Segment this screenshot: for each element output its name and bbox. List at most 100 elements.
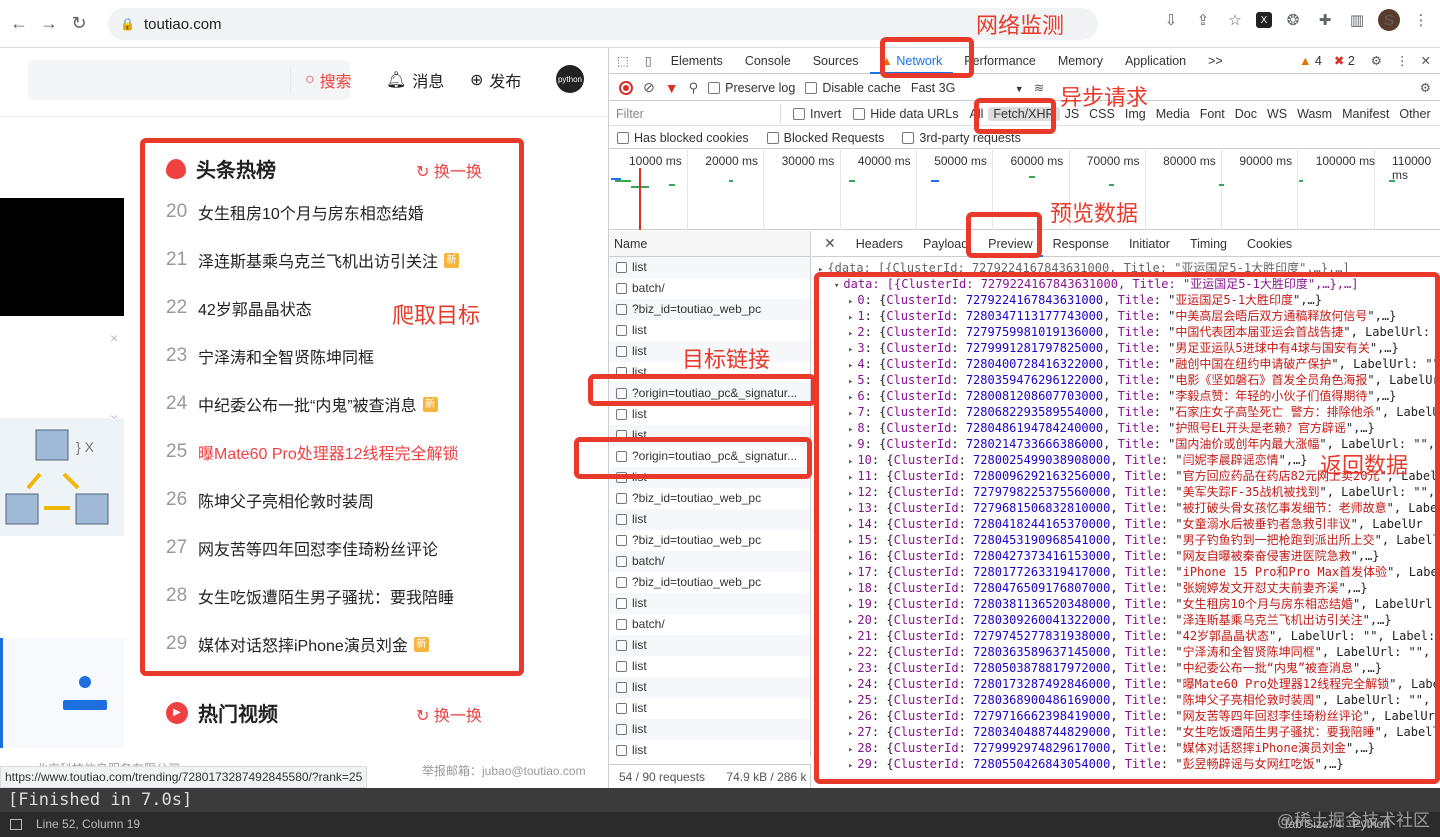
filter-input[interactable]: Filter	[613, 103, 781, 124]
user-avatar[interactable]: python	[556, 65, 584, 93]
request-row[interactable]: list	[609, 509, 810, 530]
request-checkbox	[616, 682, 627, 693]
request-row[interactable]: list	[609, 698, 810, 719]
detail-tab-response[interactable]: Response	[1043, 231, 1119, 257]
publish-link[interactable]: ⊕ 发布	[470, 68, 521, 92]
blocked-requests-checkbox[interactable]: Blocked Requests	[766, 131, 884, 145]
timeline-gridline	[1297, 150, 1299, 230]
detail-tab-timing[interactable]: Timing	[1180, 231, 1237, 257]
request-row[interactable]: list	[609, 677, 810, 698]
detail-tab-cookies[interactable]: Cookies	[1237, 231, 1302, 257]
sidepanel-icon[interactable]: ▥	[1346, 9, 1368, 31]
warning-badge[interactable]: ▲ 4	[1295, 54, 1326, 68]
devtools-tab-application[interactable]: Application	[1114, 48, 1197, 74]
diagram-thumbnail[interactable]: } X	[0, 418, 124, 536]
extension-ai-icon[interactable]: ❂	[1282, 9, 1304, 31]
devtools-menu-icon[interactable]: ⋮	[1390, 53, 1415, 68]
hide-data-urls-checkbox[interactable]: Hide data URLs	[853, 107, 959, 121]
type-filter[interactable]: Doc	[1230, 107, 1262, 121]
hot-video-title: ▶ 热门视频	[166, 698, 278, 727]
request-row[interactable]: list	[609, 740, 810, 757]
return-data-highlight	[814, 272, 1440, 784]
request-row[interactable]: batch/	[609, 278, 810, 299]
close-devtools-icon[interactable]: ✕	[1415, 53, 1440, 68]
request-row[interactable]: ?biz_id=toutiao_web_pc	[609, 572, 810, 593]
type-filter[interactable]: Wasm	[1292, 107, 1337, 121]
messages-link[interactable]: 🔔︎ 消息	[386, 68, 444, 92]
timeline-gridline	[1221, 150, 1223, 230]
extension-x-icon[interactable]: X	[1256, 12, 1272, 28]
request-row[interactable]: list	[609, 404, 810, 425]
throttle-select[interactable]: Fast 3G ▼	[911, 81, 1024, 95]
request-row[interactable]: batch/	[609, 614, 810, 635]
request-row[interactable]: list	[609, 656, 810, 677]
close-icon[interactable]: ×	[110, 330, 118, 346]
back-icon[interactable]: ←	[4, 9, 34, 39]
type-filter[interactable]: Media	[1151, 107, 1195, 121]
record-icon[interactable]	[619, 80, 633, 95]
target-link-highlight-2	[574, 437, 812, 479]
bookmark-star-icon[interactable]: ☆	[1224, 9, 1246, 31]
preserve-log-checkbox[interactable]: Preserve log	[708, 81, 795, 95]
search-button[interactable]: ○ 搜索	[290, 68, 370, 92]
menu-kebab-icon[interactable]: ⋮	[1410, 9, 1432, 31]
request-row[interactable]: list	[609, 635, 810, 656]
request-row[interactable]: list	[609, 320, 810, 341]
network-settings-icon[interactable]: ⚙	[1420, 80, 1431, 95]
refresh-video-button[interactable]: ↻ 换一换	[416, 702, 482, 726]
search-input[interactable]: ○ 搜索	[28, 60, 352, 100]
reload-icon[interactable]: ↻	[64, 9, 94, 39]
share-icon[interactable]: ⇪	[1192, 9, 1214, 31]
request-row[interactable]: ?biz_id=toutiao_web_pc	[609, 530, 810, 551]
request-row[interactable]: list	[609, 593, 810, 614]
forward-icon[interactable]: →	[34, 9, 64, 39]
transfer-size: 74.9 kB / 286 k	[726, 770, 807, 784]
footer-mail[interactable]: 举报邮箱：jubao@toutiao.com	[422, 762, 586, 779]
wifi-icon[interactable]: ≋	[1034, 80, 1044, 95]
extensions-puzzle-icon[interactable]: ✚	[1314, 9, 1336, 31]
error-badge[interactable]: ✖ 2	[1326, 53, 1363, 68]
settings-gear-icon[interactable]: ⚙	[1363, 53, 1390, 68]
timeline-mark	[729, 180, 733, 182]
inspect-icon[interactable]: ⬚	[609, 53, 637, 68]
detail-tab-initiator[interactable]: Initiator	[1119, 231, 1180, 257]
type-filter[interactable]: WS	[1262, 107, 1292, 121]
editor-status-bar: Line 52, Column 19 Tab Size: 4 Python	[0, 812, 1440, 837]
request-row[interactable]: list	[609, 257, 810, 278]
type-filter[interactable]: Manifest	[1337, 107, 1394, 121]
target-link-highlight-1	[588, 374, 816, 406]
detail-tab-headers[interactable]: Headers	[846, 231, 913, 257]
profile-avatar[interactable]: S	[1378, 9, 1400, 31]
request-row[interactable]: batch/	[609, 551, 810, 572]
address-bar[interactable]: 🔒 toutiao.com	[108, 8, 1098, 40]
timeline-mark	[849, 180, 855, 182]
request-name: batch/	[632, 554, 665, 568]
blocked-cookies-checkbox[interactable]: Has blocked cookies	[617, 131, 749, 145]
type-filter[interactable]: Font	[1195, 107, 1230, 121]
devtools-tab-console[interactable]: Console	[734, 48, 802, 74]
login-thumbnail[interactable]	[0, 638, 124, 748]
request-name: list	[632, 701, 647, 715]
clear-icon[interactable]: ⊘	[643, 79, 655, 96]
devtools-tab-[interactable]: >>	[1197, 48, 1234, 74]
devtools-tab-elements[interactable]: Elements	[660, 48, 734, 74]
video-thumbnail[interactable]	[0, 198, 124, 316]
filter-funnel-icon[interactable]: ▼	[665, 80, 679, 96]
request-row[interactable]: ?biz_id=toutiao_web_pc	[609, 299, 810, 320]
build-output: [Finished in 7.0s]	[0, 788, 1440, 812]
request-name: ?biz_id=toutiao_web_pc	[632, 302, 762, 316]
device-toggle-icon[interactable]: ▯	[637, 53, 660, 68]
disable-cache-checkbox[interactable]: Disable cache	[805, 81, 901, 95]
search-icon[interactable]: ⚲	[689, 80, 699, 96]
messages-label: 消息	[412, 74, 445, 91]
name-column-header[interactable]: Name	[609, 231, 811, 257]
close-detail-icon[interactable]: ✕	[812, 235, 846, 252]
invert-checkbox[interactable]: Invert	[793, 107, 841, 121]
type-filter[interactable]: Other	[1394, 107, 1435, 121]
devtools-tab-memory[interactable]: Memory	[1047, 48, 1114, 74]
request-row[interactable]: list	[609, 719, 810, 740]
install-icon[interactable]: ⇩	[1160, 9, 1182, 31]
devtools-tab-sources[interactable]: Sources	[802, 48, 870, 74]
request-row[interactable]: ?biz_id=toutiao_web_pc	[609, 488, 810, 509]
panel-toggle-icon[interactable]	[10, 819, 22, 830]
